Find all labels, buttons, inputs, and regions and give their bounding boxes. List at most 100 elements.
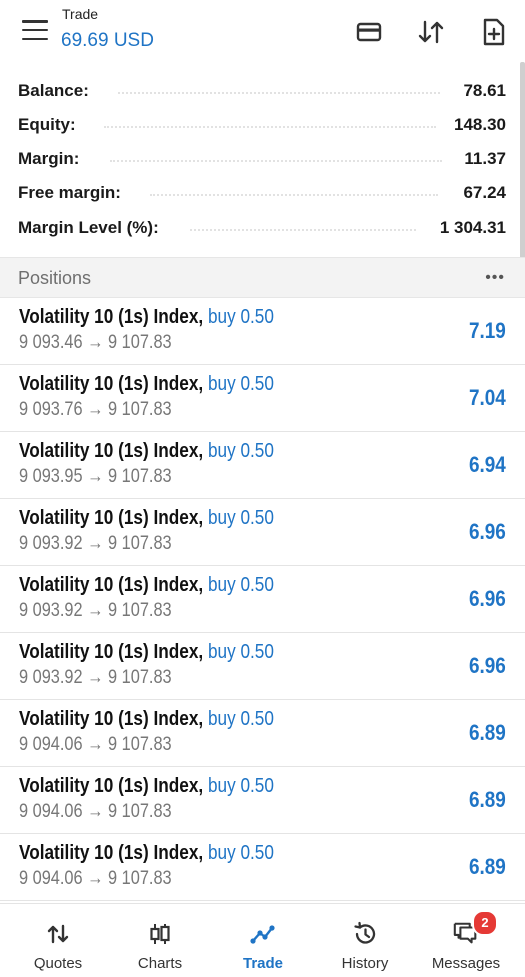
summary-row-margin-level: Margin Level (%): 1 304.31 xyxy=(0,211,525,245)
position-side-volume: buy 0.50 xyxy=(207,373,274,395)
position-row[interactable]: Volatility 10 (1s) Index, buy 0.50 9 094… xyxy=(0,767,525,834)
position-symbol: Volatility 10 (1s) Index, xyxy=(19,775,204,797)
leader-dots xyxy=(150,194,438,196)
position-prices: 9 093.92 → 9 107.83 xyxy=(19,600,172,621)
position-prices: 9 093.95 → 9 107.83 xyxy=(19,466,172,487)
position-side-volume: buy 0.50 xyxy=(207,306,274,328)
nav-label: History xyxy=(341,955,389,972)
position-row[interactable]: Volatility 10 (1s) Index, buy 0.50 9 093… xyxy=(0,499,525,566)
leader-dots xyxy=(110,160,442,162)
summary-row-margin: Margin: 11.37 xyxy=(0,142,525,176)
nav-item-charts[interactable]: Charts xyxy=(110,904,210,977)
position-prices: 9 093.92 → 9 107.83 xyxy=(19,667,172,688)
position-title: Volatility 10 (1s) Index, buy 0.50 xyxy=(19,708,274,731)
nav-item-messages[interactable]: Messages xyxy=(416,904,516,977)
position-side-volume: buy 0.50 xyxy=(207,708,274,730)
position-row[interactable]: Volatility 10 (1s) Index, buy 0.50 9 093… xyxy=(0,298,525,365)
position-side-volume: buy 0.50 xyxy=(207,641,274,663)
summary-value: 148.30 xyxy=(454,115,506,134)
history-icon xyxy=(351,920,379,948)
nav-label: Messages xyxy=(431,955,501,972)
summary-row-balance: Balance: 78.61 xyxy=(0,74,525,108)
position-symbol: Volatility 10 (1s) Index, xyxy=(19,641,204,663)
nav-label: Quotes xyxy=(33,955,83,972)
summary-row-free-margin: Free margin: 67.24 xyxy=(0,176,525,210)
quotes-icon xyxy=(44,920,72,948)
position-symbol: Volatility 10 (1s) Index, xyxy=(19,306,204,328)
trade-icon xyxy=(249,920,277,948)
position-symbol: Volatility 10 (1s) Index, xyxy=(19,373,204,395)
position-title: Volatility 10 (1s) Index, buy 0.50 xyxy=(19,373,274,396)
summary-value: 78.61 xyxy=(463,81,506,100)
position-profit: 7.19 xyxy=(469,318,506,343)
position-title: Volatility 10 (1s) Index, buy 0.50 xyxy=(19,641,274,664)
position-profit: 6.94 xyxy=(469,452,506,477)
nav-label: Trade xyxy=(242,955,284,972)
position-row[interactable]: Volatility 10 (1s) Index, buy 0.50 9 093… xyxy=(0,566,525,633)
new-order-icon[interactable] xyxy=(479,17,509,47)
position-prices: 9 094.06 → 9 107.83 xyxy=(19,868,172,889)
position-profit: 6.89 xyxy=(469,720,506,745)
summary-label: Free margin: xyxy=(18,183,121,202)
position-title: Volatility 10 (1s) Index, buy 0.50 xyxy=(19,306,274,329)
menu-icon[interactable] xyxy=(22,19,48,41)
position-prices: 9 094.06 → 9 107.83 xyxy=(19,734,172,755)
messages-badge: 2 xyxy=(472,910,498,936)
bottom-navigation: Quotes Charts Trade History Messages xyxy=(0,903,525,977)
page-title: Trade xyxy=(62,6,99,22)
position-symbol: Volatility 10 (1s) Index, xyxy=(19,842,204,864)
position-side-volume: buy 0.50 xyxy=(207,507,274,529)
nav-item-quotes[interactable]: Quotes xyxy=(8,904,108,977)
summary-label: Balance: xyxy=(18,81,89,100)
more-icon[interactable]: ••• xyxy=(485,269,505,287)
leader-dots xyxy=(118,92,440,94)
position-title: Volatility 10 (1s) Index, buy 0.50 xyxy=(19,507,274,530)
summary-value: 67.24 xyxy=(463,183,506,202)
position-profit: 6.96 xyxy=(469,519,506,544)
nav-label: Charts xyxy=(137,955,183,972)
position-row[interactable]: Volatility 10 (1s) Index, buy 0.50 9 093… xyxy=(0,633,525,700)
position-profit: 7.04 xyxy=(469,385,506,410)
position-side-volume: buy 0.50 xyxy=(207,775,274,797)
position-profit: 6.89 xyxy=(469,854,506,879)
position-side-volume: buy 0.50 xyxy=(207,440,274,462)
position-row[interactable]: Volatility 10 (1s) Index, buy 0.50 9 094… xyxy=(0,700,525,767)
summary-value: 1 304.31 xyxy=(439,218,506,237)
position-profit: 6.96 xyxy=(469,586,506,611)
leader-dots xyxy=(190,229,416,231)
nav-item-trade[interactable]: Trade xyxy=(213,904,313,977)
app-header: Trade 69.69 USD xyxy=(0,0,525,70)
leader-dots xyxy=(104,126,436,128)
position-prices: 9 094.06 → 9 107.83 xyxy=(19,801,172,822)
positions-section-header: Positions ••• xyxy=(0,257,525,298)
charts-icon xyxy=(146,920,174,948)
summary-value: 11.37 xyxy=(464,149,506,168)
position-profit: 6.96 xyxy=(469,653,506,678)
card-icon[interactable] xyxy=(354,17,384,47)
position-symbol: Volatility 10 (1s) Index, xyxy=(19,708,204,730)
position-symbol: Volatility 10 (1s) Index, xyxy=(19,574,204,596)
position-side-volume: buy 0.50 xyxy=(207,842,274,864)
position-row[interactable]: Volatility 10 (1s) Index, buy 0.50 9 093… xyxy=(0,365,525,432)
position-row[interactable]: Volatility 10 (1s) Index, buy 0.50 9 093… xyxy=(0,432,525,499)
account-balance-subtitle: 69.69 USD xyxy=(61,30,154,51)
position-prices: 9 093.92 → 9 107.83 xyxy=(19,533,172,554)
summary-label: Margin Level (%): xyxy=(18,218,159,237)
position-title: Volatility 10 (1s) Index, buy 0.50 xyxy=(19,775,274,798)
position-title: Volatility 10 (1s) Index, buy 0.50 xyxy=(19,440,274,463)
nav-item-history[interactable]: History xyxy=(315,904,415,977)
summary-label: Margin: xyxy=(18,149,80,168)
position-symbol: Volatility 10 (1s) Index, xyxy=(19,507,204,529)
positions-title: Positions xyxy=(18,268,92,288)
position-profit: 6.89 xyxy=(469,787,506,812)
sort-icon[interactable] xyxy=(416,17,446,47)
position-title: Volatility 10 (1s) Index, buy 0.50 xyxy=(19,842,274,865)
summary-label: Equity: xyxy=(18,115,76,134)
position-side-volume: buy 0.50 xyxy=(207,574,274,596)
position-prices: 9 093.76 → 9 107.83 xyxy=(19,399,172,420)
position-symbol: Volatility 10 (1s) Index, xyxy=(19,440,204,462)
position-title: Volatility 10 (1s) Index, buy 0.50 xyxy=(19,574,274,597)
position-prices: 9 093.46 → 9 107.83 xyxy=(19,332,172,353)
position-row[interactable]: Volatility 10 (1s) Index, buy 0.50 9 094… xyxy=(0,834,525,901)
summary-row-equity: Equity: 148.30 xyxy=(0,108,525,142)
